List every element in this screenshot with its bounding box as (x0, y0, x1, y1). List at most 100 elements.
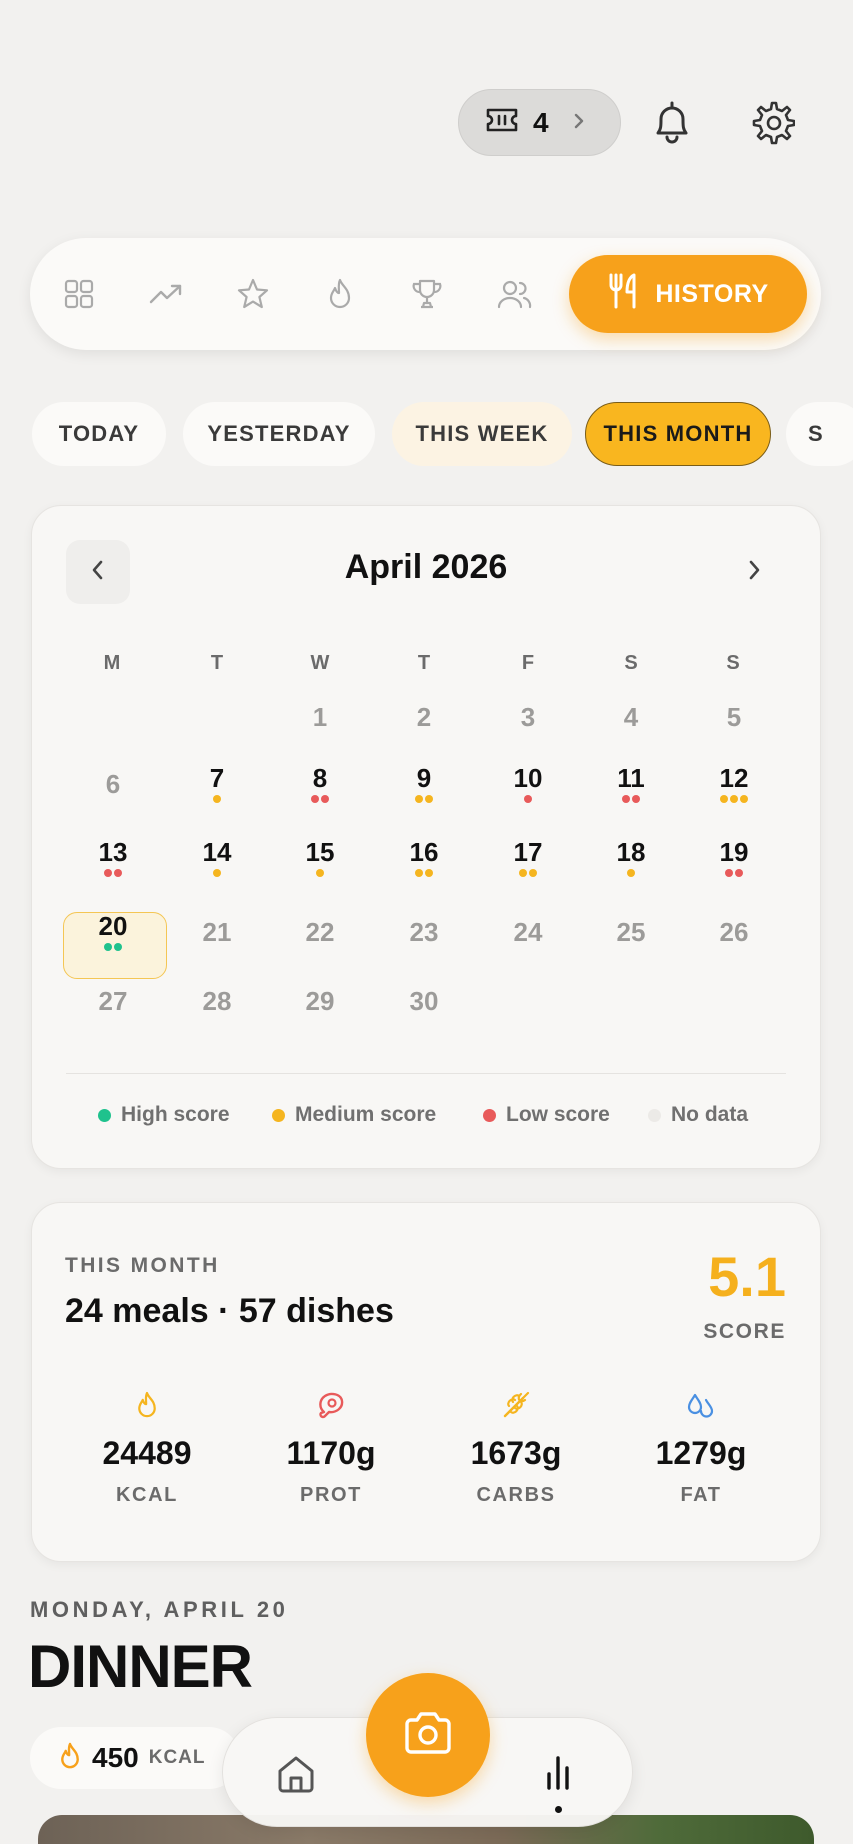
calendar-day[interactable]: 18 (591, 837, 671, 868)
calendar-day[interactable]: 28 (177, 986, 257, 1017)
meal-date-label: MONDAY, APRIL 20 (30, 1597, 289, 1622)
legend-low: Low score (483, 1103, 610, 1127)
camera-icon (402, 1711, 454, 1760)
score-dot-medium (425, 795, 433, 803)
calendar-day[interactable]: 8 (280, 763, 360, 794)
meal-kcal-badge: 450 KCAL (30, 1727, 240, 1789)
calendar-day[interactable]: 30 (384, 986, 464, 1017)
calendar-day[interactable]: 16 (384, 837, 464, 868)
calendar-day[interactable]: 14 (177, 837, 257, 868)
flame-icon (135, 1390, 159, 1425)
calendar-day[interactable]: 21 (177, 917, 257, 948)
score-dots (591, 869, 671, 877)
filter-yesterday-chip[interactable]: YESTERDAY (183, 402, 375, 466)
calendar-day[interactable]: 19 (694, 837, 774, 868)
tickets-button[interactable]: 4 (458, 89, 621, 156)
calendar-day[interactable]: 29 (280, 986, 360, 1017)
chevron-right-icon (747, 559, 761, 586)
calendar-day[interactable]: 15 (280, 837, 360, 868)
weekday-header: S (726, 652, 740, 674)
legend-no-data: No data (648, 1103, 748, 1127)
score-dot-low (321, 795, 329, 803)
weekday-header: F (521, 652, 535, 674)
score-dot-medium (740, 795, 748, 803)
score-dot-medium (316, 869, 324, 877)
gear-icon[interactable] (746, 97, 798, 149)
next-month-button[interactable] (722, 540, 786, 604)
legend-dot (483, 1108, 496, 1122)
macro-protein: 1170g PROT (256, 1390, 406, 1507)
calendar-day[interactable]: 6 (73, 769, 153, 800)
legend-label: High score (121, 1103, 230, 1126)
macro-value: 1279g (655, 1435, 747, 1471)
macro-value: 1170g (286, 1435, 376, 1471)
meat-icon (316, 1390, 346, 1425)
meal-title: DINNER (28, 1633, 253, 1700)
calendar-day[interactable]: 3 (488, 702, 568, 733)
score-dot-medium (415, 869, 423, 877)
score-dots (73, 943, 153, 951)
meal-kcal-label: KCAL (148, 1747, 206, 1768)
star-icon[interactable] (229, 270, 277, 318)
score-dots (591, 795, 671, 803)
chevron-right-icon (573, 110, 585, 136)
calendar-day[interactable]: 12 (694, 763, 774, 794)
calendar-day[interactable]: 17 (488, 837, 568, 868)
filter-this-month-chip[interactable]: THIS MONTH (585, 402, 771, 466)
calendar-day[interactable]: 10 (488, 763, 568, 794)
stats-icon[interactable] (532, 1746, 584, 1798)
calendar-day[interactable]: 7 (177, 763, 257, 794)
calendar-day[interactable]: 27 (73, 986, 153, 1017)
filter-partial-chip[interactable]: S (786, 402, 853, 466)
score-dots (488, 795, 568, 803)
history-tab-button[interactable]: HISTORY (569, 255, 807, 333)
calendar-day[interactable]: 25 (591, 917, 671, 948)
legend-medium: Medium score (272, 1103, 436, 1127)
legend-label: No data (671, 1103, 749, 1126)
users-icon[interactable] (491, 270, 539, 318)
flame-icon (58, 1741, 82, 1776)
score-dot-low (622, 795, 630, 803)
score-dots (384, 795, 464, 803)
calendar-day[interactable]: 5 (694, 702, 774, 733)
bell-icon[interactable] (646, 97, 698, 149)
history-tab-label: HISTORY (655, 279, 769, 308)
prev-month-button[interactable] (66, 540, 130, 604)
wheat-icon (501, 1390, 531, 1425)
score-dots (73, 869, 153, 877)
legend-label: Medium score (295, 1103, 437, 1126)
calendar-day[interactable]: 11 (591, 763, 671, 794)
calendar-day[interactable]: 1 (280, 702, 360, 733)
macro-label: PROT (300, 1484, 362, 1506)
calendar-day[interactable]: 23 (384, 917, 464, 948)
calendar-day[interactable]: 2 (384, 702, 464, 733)
score-dot-low (632, 795, 640, 803)
home-icon[interactable] (270, 1748, 322, 1800)
calendar-day[interactable]: 9 (384, 763, 464, 794)
camera-button[interactable] (366, 1673, 490, 1797)
calendar-day-today[interactable]: 20 (73, 911, 153, 942)
legend-label: Low score (506, 1103, 610, 1126)
calendar-day[interactable]: 26 (694, 917, 774, 948)
calendar-day[interactable]: 24 (488, 917, 568, 948)
score-dot-medium (425, 869, 433, 877)
legend-dot (98, 1108, 111, 1122)
summary-title: 24 meals · 57 dishes (65, 1292, 394, 1330)
score-dots (694, 795, 774, 803)
trending-icon[interactable] (142, 270, 190, 318)
score-dot-medium (627, 869, 635, 877)
score-dots (384, 869, 464, 877)
score-dot-low (725, 869, 733, 877)
calendar-day[interactable]: 22 (280, 917, 360, 948)
filter-today-chip[interactable]: TODAY (32, 402, 166, 466)
trophy-icon[interactable] (403, 270, 451, 318)
filter-this-week-chip[interactable]: THIS WEEK (392, 402, 572, 466)
flame-icon[interactable] (316, 270, 364, 318)
score-dots (177, 869, 257, 877)
score-dot-low (311, 795, 319, 803)
legend-dot (648, 1108, 661, 1122)
calendar-day[interactable]: 4 (591, 702, 671, 733)
score-dots (280, 869, 360, 877)
calendar-day[interactable]: 13 (73, 837, 153, 868)
grid-icon[interactable] (55, 270, 103, 318)
